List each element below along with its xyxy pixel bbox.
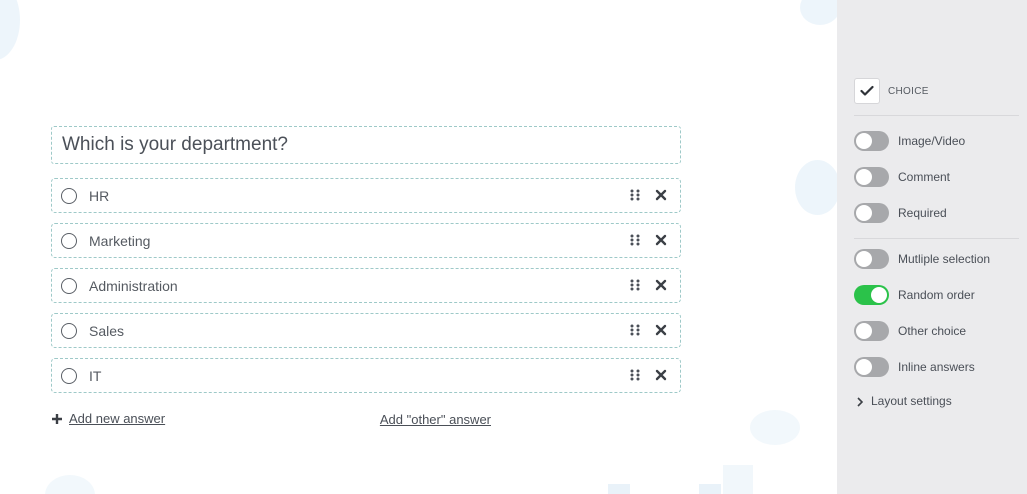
answer-row[interactable]: Administration <box>51 268 681 303</box>
answer-label[interactable]: IT <box>89 368 101 384</box>
toggle-label: Image/Video <box>898 134 966 148</box>
radio-icon <box>61 367 77 384</box>
delete-icon[interactable] <box>654 323 668 337</box>
answer-row[interactable]: Marketing <box>51 223 681 258</box>
toggle-label: Other choice <box>898 324 967 338</box>
delete-icon[interactable] <box>654 368 668 382</box>
drag-handle-icon[interactable] <box>630 369 640 381</box>
add-new-answer-button[interactable]: Add new answer <box>51 411 165 426</box>
toggle-label: Comment <box>898 170 951 184</box>
drag-handle-icon[interactable] <box>630 279 640 291</box>
add-new-answer-link[interactable]: Add new answer <box>69 411 165 426</box>
answer-list: HR Marketing Administration Sales IT <box>51 178 681 403</box>
toggle-inline-answers[interactable]: Inline answers <box>854 357 975 377</box>
delete-icon[interactable] <box>654 188 668 202</box>
toggle-random-order[interactable]: Random order <box>854 285 975 305</box>
divider <box>854 115 1019 116</box>
toggle-label: Mutliple selection <box>898 252 991 266</box>
drag-handle-icon[interactable] <box>630 189 640 201</box>
toggle-switch[interactable] <box>854 203 889 223</box>
toggle-switch[interactable] <box>854 131 889 151</box>
toggle-label: Inline answers <box>898 360 975 374</box>
settings-sidebar: CHOICE Image/Video Comment Required Mutl… <box>837 0 1027 494</box>
answer-label[interactable]: HR <box>89 188 109 204</box>
toggle-label: Random order <box>898 288 975 302</box>
toggle-switch[interactable] <box>854 321 889 341</box>
toggle-switch[interactable] <box>854 167 889 187</box>
radio-icon <box>61 322 77 339</box>
radio-icon <box>61 232 77 249</box>
layout-settings-label: Layout settings <box>871 394 952 408</box>
question-type-choice[interactable]: CHOICE <box>854 78 929 104</box>
answer-row[interactable]: HR <box>51 178 681 213</box>
toggle-image-video[interactable]: Image/Video <box>854 131 965 151</box>
toggle-label: Required <box>898 206 947 220</box>
toggle-switch[interactable] <box>854 357 889 377</box>
answer-row[interactable]: IT <box>51 358 681 393</box>
choice-checkbox[interactable] <box>854 78 880 104</box>
answer-label[interactable]: Sales <box>89 323 124 339</box>
radio-icon <box>61 187 77 204</box>
toggle-other-choice[interactable]: Other choice <box>854 321 966 341</box>
delete-icon[interactable] <box>654 233 668 247</box>
toggle-switch[interactable] <box>854 249 889 269</box>
delete-icon[interactable] <box>654 278 668 292</box>
divider <box>854 238 1019 239</box>
radio-icon <box>61 277 77 294</box>
answer-label[interactable]: Administration <box>89 278 178 294</box>
drag-handle-icon[interactable] <box>630 234 640 246</box>
question-editor: Which is your department? HR Marketing A <box>0 0 837 494</box>
toggle-comment[interactable]: Comment <box>854 167 950 187</box>
question-type-label: CHOICE <box>888 85 929 97</box>
answer-label[interactable]: Marketing <box>89 233 150 249</box>
checkmark-icon <box>860 85 874 96</box>
add-other-answer-link[interactable]: Add "other" answer <box>380 412 491 427</box>
toggle-switch[interactable] <box>854 285 889 305</box>
layout-settings-expander[interactable]: Layout settings <box>857 394 952 408</box>
plus-icon <box>51 413 63 425</box>
toggle-multiple-selection[interactable]: Mutliple selection <box>854 249 990 269</box>
question-title-input[interactable]: Which is your department? <box>51 126 681 164</box>
chevron-right-icon <box>857 396 864 407</box>
answer-row[interactable]: Sales <box>51 313 681 348</box>
toggle-required[interactable]: Required <box>854 203 947 223</box>
drag-handle-icon[interactable] <box>630 324 640 336</box>
